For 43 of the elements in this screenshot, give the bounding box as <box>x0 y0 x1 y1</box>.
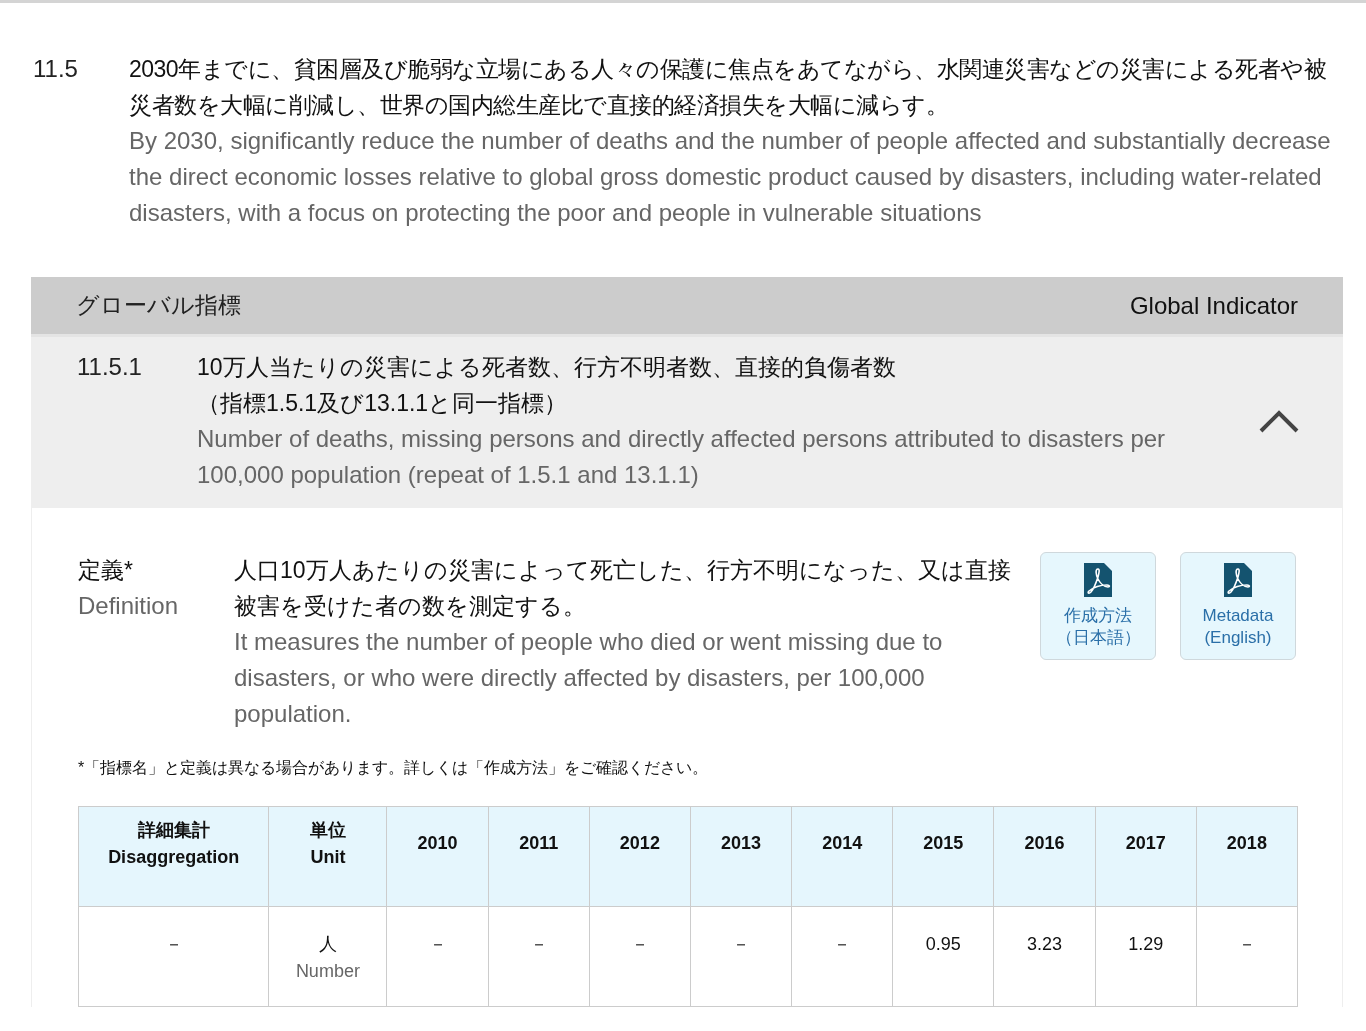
column-header: 2017 <box>1095 806 1197 907</box>
pdf-download-button[interactable]: 作成方法 （日本語） <box>1040 552 1156 660</box>
table-cell: － <box>387 906 489 1007</box>
table-cell: － <box>690 906 792 1007</box>
column-header: 2013 <box>690 806 792 907</box>
indicator-title-english: Number of deaths, missing persons and directly affected persons attributed to disasters per 100,000 population (repeat of 1.5.1 and 13.1.1) <box>197 424 1167 490</box>
column-header: 2011 <box>488 806 590 907</box>
indicator-note-japanese: （指標1.5.1及び13.1.1と同一指標） <box>197 389 569 418</box>
column-header: 2012 <box>589 806 691 907</box>
column-header: 単位 Unit <box>268 806 387 907</box>
indicator-title-japanese: 10万人当たりの災害による死者数、行方不明者数、直接的負傷者数 <box>197 353 897 382</box>
column-header: 2014 <box>791 806 893 907</box>
column-header: 2015 <box>892 806 994 907</box>
unit-english: Number <box>294 960 361 983</box>
table-cell: － <box>589 906 691 1007</box>
table-cell: － <box>1196 906 1298 1007</box>
column-header: 2018 <box>1196 806 1298 907</box>
pdf-download-button[interactable]: Metadata (English) <box>1180 552 1296 660</box>
target-number: 11.5 <box>32 54 79 84</box>
column-header: 詳細集計 Disaggregation <box>78 806 269 907</box>
pdf-icon <box>1224 563 1252 597</box>
header-label-english: Global Indicator <box>1129 290 1298 321</box>
table-cell: 0.95 <box>892 906 994 1007</box>
column-header: 2010 <box>387 806 489 907</box>
target-text-japanese: 2030年までに、貧困層及び脆弱な立場にある人々の保護に焦点をあてながら、水関連災害などの災害による死者や被災者数を大幅に削減し、世界の国内総生産比で直接的経済損失を大幅に減らす。 <box>129 55 1328 120</box>
definition-text-japanese: 人口10万人あたりの災害によって死亡した、行方不明になった、又は直接被害を受けた者の数を測定する。 <box>234 556 1012 621</box>
footnote: *「指標名」と定義は異なる場合があります。詳しくは「作成方法」をご確認ください。 <box>78 758 710 778</box>
table-cell: 3.23 <box>993 906 1096 1007</box>
table-cell: － <box>78 906 269 1007</box>
unit-japanese: 人 <box>317 933 338 956</box>
definition-label-japanese: 定義* <box>78 556 134 585</box>
definition-text-english: It measures the number of people who died or went missing due to disasters, or who were directly affected by disasters, per 100,000 population. <box>234 627 944 729</box>
indicator-row[interactable] <box>31 337 1343 508</box>
table-cell: － <box>791 906 893 1007</box>
table-cell: － <box>488 906 590 1007</box>
definition-label-english: Definition <box>78 591 180 621</box>
table-cell: 1.29 <box>1095 906 1197 1007</box>
chevron-up-icon[interactable] <box>1259 409 1299 433</box>
header-label-japanese: グローバル指標 <box>76 291 241 321</box>
column-header: 2016 <box>993 806 1096 907</box>
target-text-english: By 2030, significantly reduce the number of deaths and the number of people affected and substantially decrease the direct economic losses relative to global gross domestic product caused by disasters, including water-related disasters, with a focus on protecting the poor and people in vulnerable situations <box>129 126 1332 228</box>
pdf-icon <box>1084 563 1112 597</box>
indicator-number: 11.5.1 <box>77 352 143 382</box>
